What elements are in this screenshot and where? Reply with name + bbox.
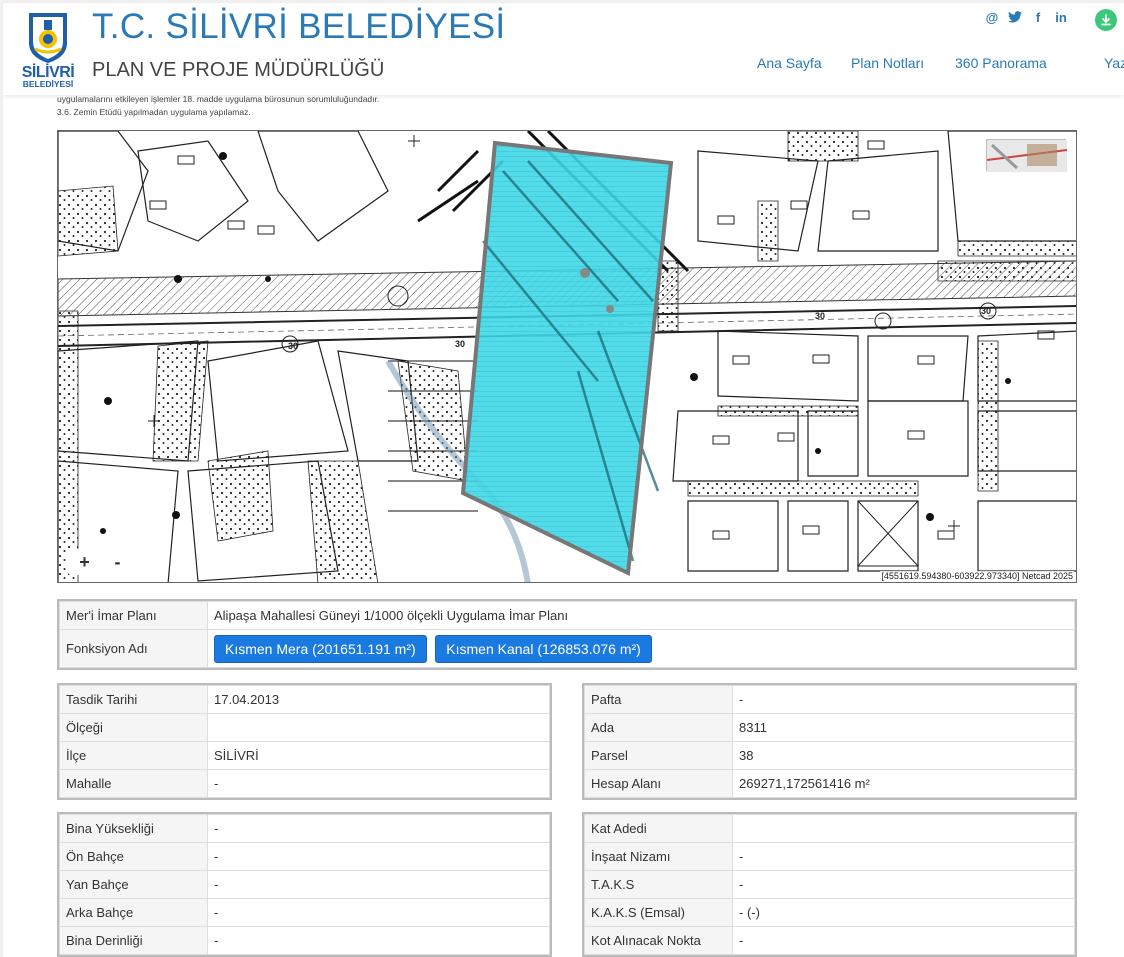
table-row: İlçe SİLİVRİ — [59, 741, 550, 770]
row-label: Mahalle — [59, 769, 208, 798]
row-value — [732, 814, 1075, 843]
plan-notes-excerpt: uygulamalarını etkileyen işlemler 18. ma… — [57, 93, 379, 119]
plan-label: Mer'i İmar Planı — [59, 601, 208, 630]
email-icon[interactable]: @ — [985, 9, 999, 25]
row-value: 8311 — [732, 713, 1075, 742]
logo-subtext: BELEDİYESİ — [22, 79, 74, 89]
nav-360-panorama[interactable]: 360 Panorama — [955, 55, 1047, 71]
municipality-logo[interactable]: SİLİVRİ BELEDİYESİ — [15, 9, 81, 91]
download-icon — [1101, 14, 1111, 26]
row-label: Bina Yüksekliği — [59, 814, 208, 843]
map-road-label: 30 — [815, 311, 825, 321]
table-row: Bina Derinliği - — [59, 926, 550, 955]
row-label: Kot Alınacak Nokta — [584, 926, 733, 955]
table-row: Ada 8311 — [584, 713, 1075, 742]
building-setback-table: Bina Yüksekliği - Ön Bahçe - Yan Bahçe - Ar… — [57, 812, 552, 957]
page: SİLİVRİ BELEDİYESİ T.C. SİLİVRİ BELEDİYE… — [3, 3, 1124, 957]
row-label: T.A.K.S — [584, 870, 733, 899]
table-row: Arka Bahçe - — [59, 898, 550, 927]
row-value: 269271,172561416 m² — [732, 769, 1075, 798]
table-row: Kat Adedi — [584, 814, 1075, 843]
row-value: - — [732, 870, 1075, 899]
site-title: T.C. SİLİVRİ BELEDİYESİ — [92, 7, 506, 46]
row-label: Tasdik Tarihi — [59, 685, 208, 714]
row-value: - — [732, 842, 1075, 871]
map-road-label: 30 — [981, 306, 991, 316]
approval-info-table: Tasdik Tarihi 17.04.2013 Ölçeği İlçe SİLİV… — [57, 683, 552, 800]
table-row: Fonksiyon Adı Kısmen Mera (201651.191 m²… — [59, 629, 1075, 668]
row-label: Ön Bahçe — [59, 842, 208, 871]
row-value — [207, 713, 550, 742]
row-label: İlçe — [59, 741, 208, 770]
social-links: @ f in — [985, 9, 1068, 25]
download-button[interactable] — [1095, 9, 1117, 31]
table-row: Hesap Alanı 269271,172561416 m² — [584, 769, 1075, 798]
row-label: Kat Adedi — [584, 814, 733, 843]
main-nav: Ana Sayfa Plan Notları 360 Panorama Yazd… — [3, 55, 1124, 75]
row-value: - — [207, 814, 550, 843]
row-value: - — [207, 842, 550, 871]
row-value: - — [207, 769, 550, 798]
row-value: - (-) — [732, 898, 1075, 927]
table-row: Mahalle - — [59, 769, 550, 798]
row-label: İnşaat Nizamı — [584, 842, 733, 871]
function-buttons-cell: Kısmen Mera (201651.191 m²) Kısmen Kanal… — [207, 629, 1075, 668]
layer-switcher-button[interactable] — [986, 139, 1067, 172]
row-label: Yan Bahçe — [59, 870, 208, 899]
table-row: Kot Alınacak Nokta - — [584, 926, 1075, 955]
table-row: K.A.K.S (Emsal) - (-) — [584, 898, 1075, 927]
map-road-label: 30 — [455, 339, 465, 349]
row-label: Parsel — [584, 741, 733, 770]
row-label: Bina Derinliği — [59, 926, 208, 955]
nav-home[interactable]: Ana Sayfa — [757, 55, 822, 71]
row-label: Ölçeği — [59, 713, 208, 742]
table-row: Mer'i İmar Planı Alipaşa Mahallesi Güney… — [59, 601, 1075, 630]
function-label: Fonksiyon Adı — [59, 629, 208, 668]
row-label: Hesap Alanı — [584, 769, 733, 798]
table-row: Ölçeği — [59, 713, 550, 742]
twitter-icon[interactable] — [1008, 9, 1022, 25]
table-row: İnşaat Nizamı - — [584, 842, 1075, 871]
table-row: Bina Yüksekliği - — [59, 814, 550, 843]
plan-value: Alipaşa Mahallesi Güneyi 1/1000 ölçekli … — [207, 601, 1075, 630]
table-row: Ön Bahçe - — [59, 842, 550, 871]
table-row: Parsel 38 — [584, 741, 1075, 770]
function-kanal-button[interactable]: Kısmen Kanal (126853.076 m²) — [435, 634, 652, 663]
header: SİLİVRİ BELEDİYESİ T.C. SİLİVRİ BELEDİYE… — [3, 3, 1124, 95]
row-label: Arka Bahçe — [59, 898, 208, 927]
function-mera-button[interactable]: Kısmen Mera (201651.191 m²) — [214, 634, 427, 663]
table-row: Yan Bahçe - — [59, 870, 550, 899]
plan-info-table: Mer'i İmar Planı Alipaşa Mahallesi Güney… — [57, 599, 1077, 670]
note-line: 3.6. Zemin Etüdü yapılmadan uygulama yap… — [57, 107, 251, 117]
table-row: Pafta - — [584, 685, 1075, 714]
zoom-out-button[interactable]: - — [101, 549, 134, 575]
parcel-info-table: Pafta - Ada 8311 Parsel 38 Hesap Alanı 26927… — [582, 683, 1077, 800]
row-label: Ada — [584, 713, 733, 742]
row-value: - — [732, 926, 1075, 955]
row-value: - — [207, 870, 550, 899]
facebook-icon[interactable]: f — [1031, 9, 1045, 25]
map-coordinates: [4551619.594380-603922.973340] Netcad 20… — [880, 571, 1074, 581]
linkedin-icon[interactable]: in — [1054, 9, 1068, 25]
table-row: Tasdik Tarihi 17.04.2013 — [59, 685, 550, 714]
zoom-controls: + - — [68, 549, 134, 575]
row-value: 38 — [732, 741, 1075, 770]
map-road-label: 30 — [288, 341, 298, 351]
row-value: 17.04.2013 — [207, 685, 550, 714]
map-canvas[interactable]: 30 30 30 30 — [58, 131, 1077, 583]
nav-plan-notes[interactable]: Plan Notları — [851, 55, 924, 71]
row-label: K.A.K.S (Emsal) — [584, 898, 733, 927]
row-value: - — [732, 685, 1075, 714]
row-value: SİLİVRİ — [207, 741, 550, 770]
table-row: T.A.K.S - — [584, 870, 1075, 899]
row-value: - — [207, 926, 550, 955]
zoom-in-button[interactable]: + — [68, 549, 101, 575]
map-thumbnail-icon — [987, 140, 1067, 172]
row-value: - — [207, 898, 550, 927]
nav-print[interactable]: Yazdır — [1104, 55, 1124, 71]
construction-info-table: Kat Adedi İnşaat Nizamı - T.A.K.S - K.A.K.… — [582, 812, 1077, 957]
row-label: Pafta — [584, 685, 733, 714]
zoning-map[interactable]: 30 30 30 30 + - [4551619.594380-603922.9… — [57, 130, 1077, 583]
